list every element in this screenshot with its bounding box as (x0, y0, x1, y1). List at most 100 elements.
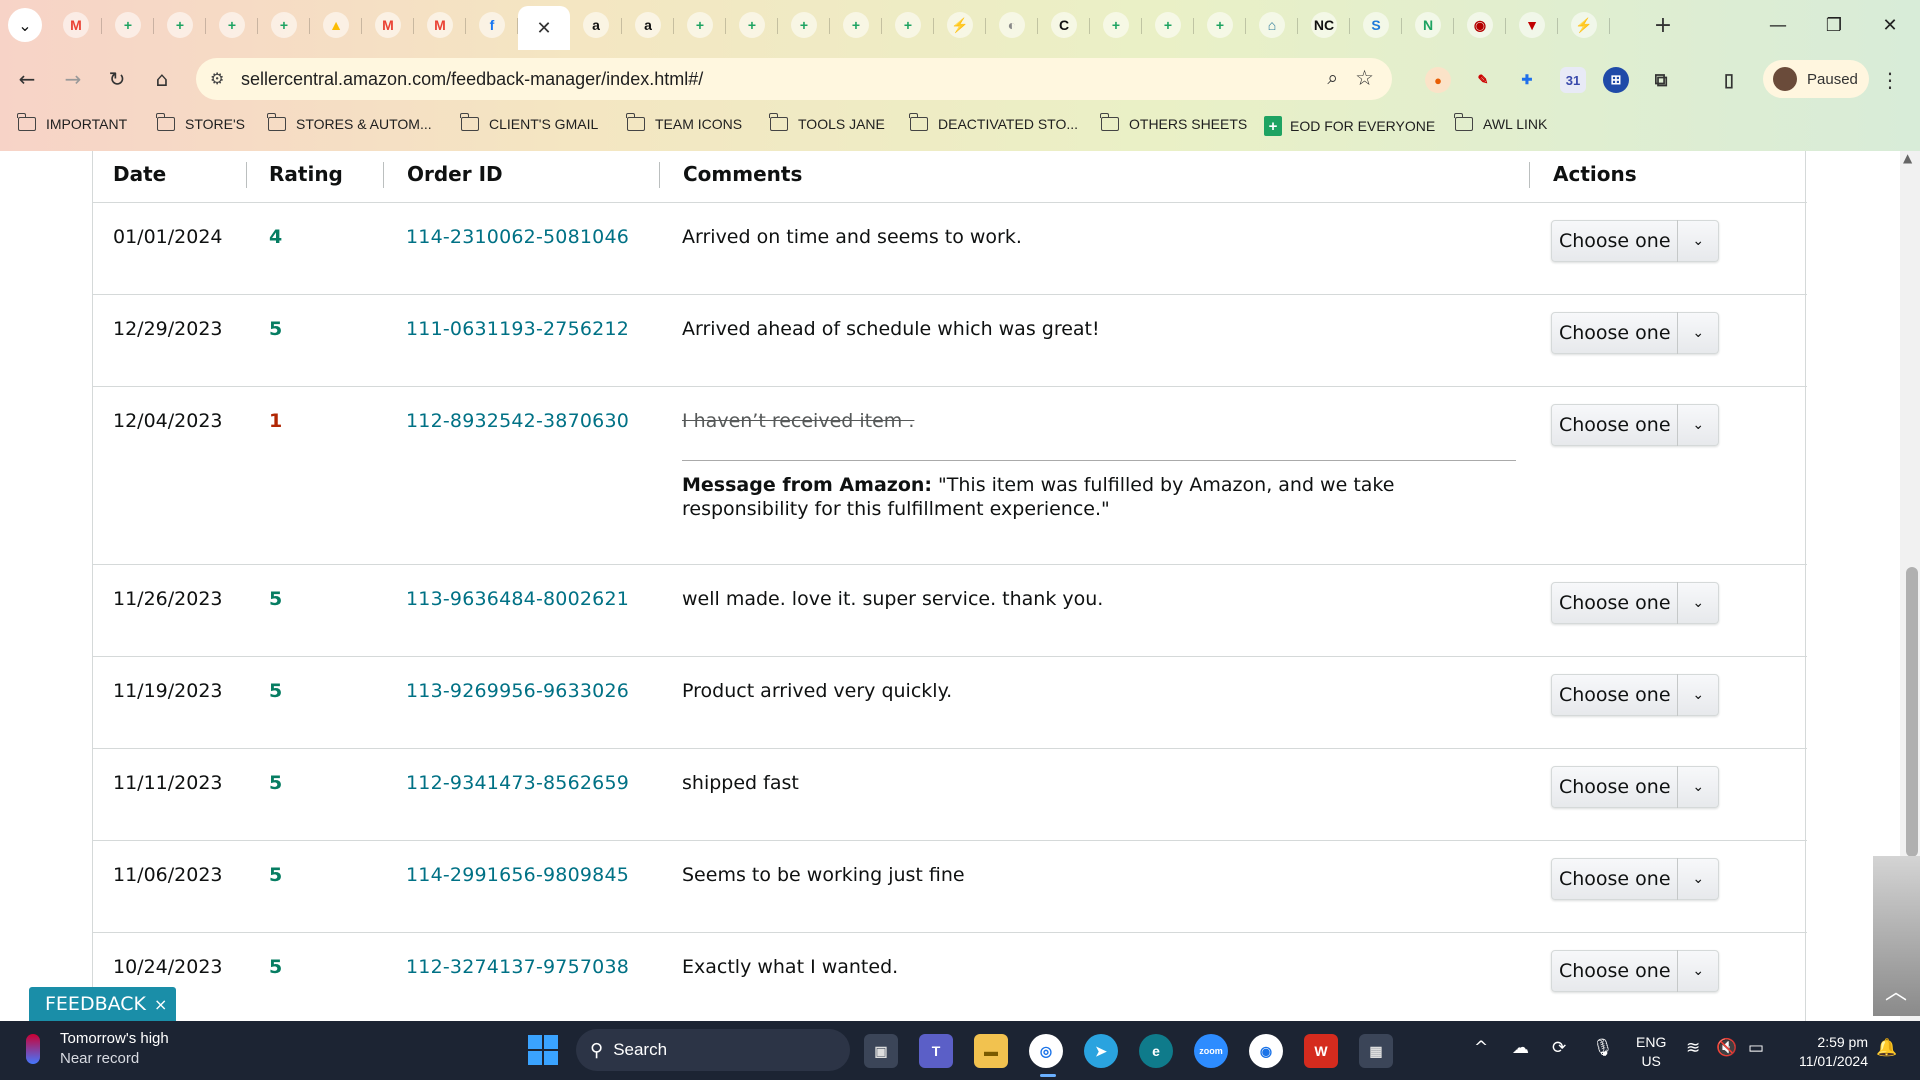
browser-tab[interactable]: + (1142, 6, 1194, 44)
chevron-down-icon[interactable]: ⌄ (1678, 871, 1718, 887)
order-id-link[interactable]: 112-3274137-9757038 (406, 956, 629, 978)
microphone-icon[interactable]: 🎙 (1592, 1038, 1614, 1058)
order-id-link[interactable]: 113-9269956-9633026 (406, 680, 629, 702)
task-view-icon[interactable]: ▣ (864, 1034, 898, 1068)
file-explorer-icon[interactable]: ▬ (974, 1034, 1008, 1068)
header-date[interactable]: Date (113, 162, 166, 186)
bookmark-item[interactable]: STORE'S (156, 113, 245, 132)
extension-icon[interactable]: ✎ (1470, 67, 1496, 93)
back-button[interactable]: ← (10, 62, 44, 96)
browser-tab[interactable]: + (882, 6, 934, 44)
header-rating[interactable]: Rating (269, 162, 343, 186)
browser-tab[interactable]: a (622, 6, 674, 44)
browser-tab[interactable]: NC (1298, 6, 1350, 44)
language-indicator[interactable]: ENG US (1636, 1033, 1666, 1071)
browser-tab[interactable]: a (570, 6, 622, 44)
browser-tab[interactable]: M (50, 6, 102, 44)
action-dropdown[interactable]: Choose one ⌄ (1551, 582, 1719, 624)
close-window-button[interactable]: ✕ (1862, 0, 1918, 50)
site-settings-icon[interactable]: ⚙ (210, 69, 224, 88)
side-panel-icon[interactable]: ▯ (1716, 67, 1742, 93)
address-bar[interactable]: ⚙ sellercentral.amazon.com/feedback-mana… (196, 58, 1392, 100)
browser-tab[interactable]: M (362, 6, 414, 44)
extension-icon[interactable]: ✚ (1514, 67, 1540, 93)
chevron-down-icon[interactable]: ⌄ (1678, 233, 1718, 249)
bookmark-item[interactable]: TOOLS JANE (769, 113, 885, 132)
bookmark-item[interactable]: + EOD FOR EVERYONE (1264, 116, 1435, 136)
floating-widget[interactable]: ︿ (1873, 856, 1920, 1016)
zoom-app-icon[interactable]: zoom (1194, 1034, 1228, 1068)
browser-tab[interactable]: + (674, 6, 726, 44)
browser-tab[interactable]: ⚡ (934, 6, 986, 44)
extension-icon[interactable]: ● (1425, 67, 1451, 93)
scrollbar-thumb[interactable] (1906, 567, 1918, 857)
browser-tab[interactable]: ◉ (1454, 6, 1506, 44)
browser-tab[interactable]: + (154, 6, 206, 44)
browser-tab[interactable]: + (1194, 6, 1246, 44)
url-text[interactable]: sellercentral.amazon.com/feedback-manage… (241, 69, 703, 90)
extension-icon[interactable]: ⊞ (1603, 67, 1629, 93)
reload-button[interactable]: ↻ (100, 62, 134, 96)
chevron-down-icon[interactable]: ⌄ (1678, 595, 1718, 611)
extensions-puzzle-icon[interactable]: ⧉ (1648, 67, 1674, 93)
browser-tab[interactable]: ⚡ (1558, 6, 1610, 44)
sync-icon[interactable]: ⟳ (1552, 1038, 1566, 1058)
browser-tab[interactable]: + (726, 6, 778, 44)
browser-tab[interactable]: ▼ (1506, 6, 1558, 44)
wifi-icon[interactable]: ≋ (1686, 1038, 1700, 1058)
tab-search-button[interactable]: ⌄ (8, 8, 42, 42)
bookmark-item[interactable]: OTHERS SHEETS (1100, 113, 1247, 132)
bookmark-item[interactable]: IMPORTANT (17, 113, 127, 132)
action-dropdown[interactable]: Choose one ⌄ (1551, 766, 1719, 808)
taskbar-search[interactable]: ⚲ Search (576, 1029, 850, 1071)
browser-tab[interactable]: ◐ (986, 6, 1038, 44)
profile-button[interactable]: Paused (1763, 60, 1869, 98)
chrome-icon[interactable]: ◎ (1029, 1034, 1063, 1068)
order-id-link[interactable]: 111-0631193-2756212 (406, 318, 629, 340)
order-id-link[interactable]: 114-2310062-5081046 (406, 226, 629, 248)
restore-button[interactable]: ❐ (1806, 0, 1862, 50)
forward-button[interactable]: → (56, 62, 90, 96)
browser-tab[interactable]: ✕ (518, 6, 570, 50)
telegram-icon[interactable]: ➤ (1084, 1034, 1118, 1068)
browser-tab[interactable]: ⌂ (1246, 6, 1298, 44)
chrome-profile-icon[interactable]: ◉ (1249, 1034, 1283, 1068)
wps-office-icon[interactable]: W (1304, 1034, 1338, 1068)
chevron-up-icon[interactable]: ^ (1474, 1038, 1488, 1058)
bookmark-item[interactable]: AWL LINK (1454, 113, 1547, 132)
edge-icon[interactable]: e (1139, 1034, 1173, 1068)
bookmark-item[interactable]: DEACTIVATED STO... (909, 113, 1078, 132)
browser-tab[interactable]: N (1402, 6, 1454, 44)
order-id-link[interactable]: 113-9636484-8002621 (406, 588, 629, 610)
battery-icon[interactable]: ▭ (1748, 1038, 1764, 1058)
system-clock[interactable]: 2:59 pm 11/01/2024 (1788, 1033, 1868, 1071)
new-tab-button[interactable]: + (1648, 10, 1678, 40)
browser-tab[interactable]: + (1090, 6, 1142, 44)
calculator-icon[interactable]: ▦ (1359, 1034, 1393, 1068)
scroll-up-arrow[interactable]: ▲ (1903, 151, 1912, 165)
bookmark-star-icon[interactable]: ☆ (1355, 66, 1374, 90)
browser-tab[interactable]: + (102, 6, 154, 44)
browser-tab[interactable]: S (1350, 6, 1402, 44)
onedrive-icon[interactable]: ☁ (1512, 1038, 1529, 1058)
action-dropdown[interactable]: Choose one ⌄ (1551, 312, 1719, 354)
calendar-extension-icon[interactable]: 31 (1560, 67, 1586, 93)
browser-tab[interactable]: + (778, 6, 830, 44)
feedback-tab[interactable]: FEEDBACK × (29, 987, 176, 1021)
order-id-link[interactable]: 112-9341473-8562659 (406, 772, 629, 794)
teams-icon[interactable]: T (919, 1034, 953, 1068)
action-dropdown[interactable]: Choose one ⌄ (1551, 674, 1719, 716)
browser-tab[interactable]: f (466, 6, 518, 44)
bookmark-item[interactable]: CLIENT'S GMAIL (460, 113, 598, 132)
windows-start-icon[interactable] (528, 1035, 558, 1065)
chevron-up-icon[interactable]: ︿ (1885, 974, 1907, 1006)
chevron-down-icon[interactable]: ⌄ (1678, 687, 1718, 703)
browser-tab[interactable]: C (1038, 6, 1090, 44)
home-button[interactable]: ⌂ (145, 62, 179, 96)
order-id-link[interactable]: 114-2991656-9809845 (406, 864, 629, 886)
chevron-down-icon[interactable]: ⌄ (1678, 417, 1718, 433)
header-order-id[interactable]: Order ID (407, 162, 503, 186)
action-dropdown[interactable]: Choose one ⌄ (1551, 404, 1719, 446)
chevron-down-icon[interactable]: ⌄ (1678, 779, 1718, 795)
menu-icon[interactable]: ⋮ (1880, 68, 1900, 92)
